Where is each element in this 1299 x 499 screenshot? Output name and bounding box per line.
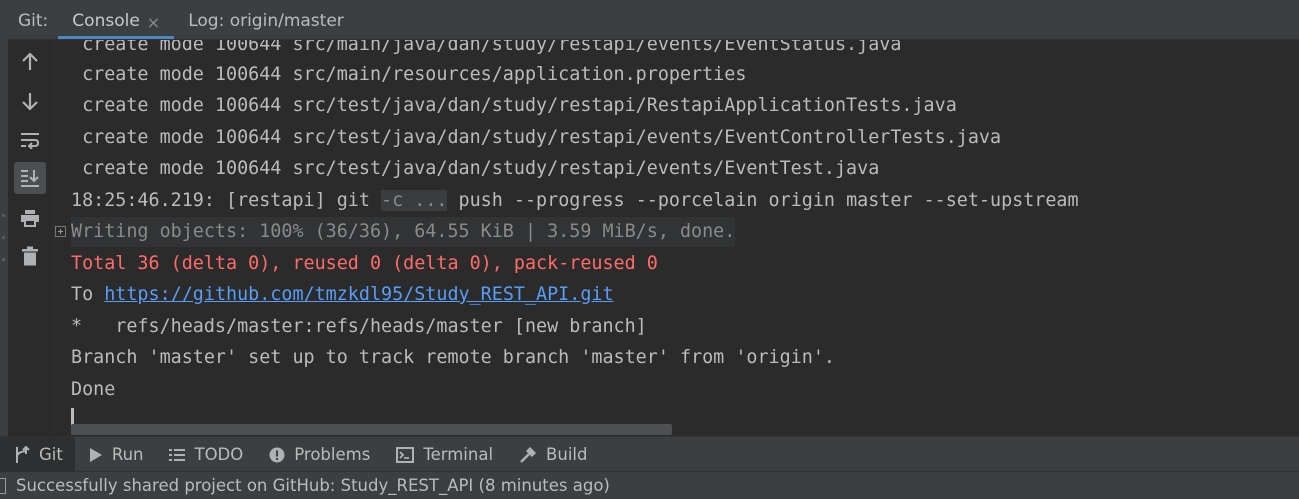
problems-icon	[269, 447, 285, 462]
arrow-up-button[interactable]	[14, 46, 46, 78]
tool-window-problems[interactable]: Problems	[255, 437, 382, 472]
tool-window-terminal[interactable]: Terminal	[382, 437, 505, 472]
tab-label: Console	[72, 11, 140, 31]
tool-window-label: TODO	[194, 445, 244, 464]
stderr-line: Total 36 (delta 0), reused 0 (delta 0), …	[71, 253, 658, 274]
tool-window-label: Run	[111, 445, 144, 464]
arrow-down-icon	[22, 93, 38, 111]
edge-marker	[2, 214, 5, 217]
tool-window-label: Git	[39, 445, 63, 464]
close-icon[interactable]: ×	[147, 15, 160, 31]
scroll-to-end-button[interactable]	[14, 162, 46, 194]
tool-window-label: Problems	[294, 445, 371, 464]
console-line: create mode 100644 src/main/java/dan/stu…	[71, 40, 902, 55]
done-line: Done	[71, 379, 116, 400]
soft-wrap-button[interactable]	[14, 124, 46, 156]
soft-wrap-icon	[21, 133, 40, 149]
print-icon	[21, 210, 39, 227]
console-line: create mode 100644 src/test/java/dan/stu…	[71, 158, 880, 179]
tool-window-label: Build	[546, 445, 588, 464]
tool-window-build[interactable]: Build	[505, 437, 599, 472]
remote-line: To https://github.com/tmzkdl95/Study_RES…	[71, 280, 614, 310]
collapsed-args-toggle[interactable]: -c ...	[381, 190, 448, 211]
tool-window-header: Git: Console × Log: origin/master	[8, 0, 1299, 40]
horizontal-scrollbar[interactable]	[71, 424, 672, 435]
remote-prefix: To	[71, 284, 105, 305]
toggle-tool-windows-icon[interactable]	[0, 477, 6, 494]
ref-line: * refs/heads/master:refs/heads/master [n…	[71, 316, 647, 337]
progress-line: Writing objects: 100% (36/36), 64.55 KiB…	[71, 217, 736, 247]
expand-icon[interactable]	[55, 226, 66, 237]
run-icon	[89, 447, 102, 462]
arrow-down-button[interactable]	[14, 85, 46, 117]
clear-all-button[interactable]	[14, 240, 46, 272]
trash-icon	[22, 246, 38, 266]
arrow-up-icon	[22, 52, 38, 70]
command-suffix: push --progress --porcelain origin maste…	[447, 190, 1079, 211]
branch-tracking-line: Branch 'master' set up to track remote b…	[71, 347, 835, 368]
scroll-to-end-icon	[21, 170, 39, 187]
tool-window-bar: Git Run TODO Problems Terminal Build	[0, 436, 1299, 472]
tool-window-label: Terminal	[423, 445, 494, 464]
todo-list-icon	[169, 448, 186, 461]
console-output[interactable]: create mode 100644 src/main/java/dan/stu…	[55, 40, 1299, 436]
tab-log-origin-master[interactable]: Log: origin/master	[174, 8, 358, 39]
status-bar: Successfully shared project on GitHub: S…	[0, 471, 1299, 499]
console-line: create mode 100644 src/test/java/dan/stu…	[71, 127, 1002, 148]
console-side-toolbar	[8, 40, 55, 436]
edge-marker	[2, 258, 5, 261]
tab-console[interactable]: Console ×	[58, 8, 175, 39]
console-line: create mode 100644 src/test/java/dan/stu…	[71, 95, 957, 116]
tool-window-title: Git:	[18, 11, 49, 31]
remote-url-link[interactable]: https://github.com/tmzkdl95/Study_REST_A…	[104, 284, 613, 305]
terminal-icon	[396, 446, 415, 463]
tab-label: Log: origin/master	[188, 11, 344, 31]
command-prefix: 18:25:46.219: [restapi] git	[71, 190, 382, 211]
build-hammer-icon	[520, 446, 537, 463]
tool-window-todo[interactable]: TODO	[155, 437, 255, 472]
console-line: create mode 100644 src/main/resources/ap…	[71, 64, 747, 85]
git-branch-icon	[16, 445, 30, 463]
tool-window-git[interactable]: Git	[0, 437, 75, 472]
tool-window-run[interactable]: Run	[75, 437, 156, 472]
status-message[interactable]: Successfully shared project on GitHub: S…	[16, 476, 610, 495]
edge-marker	[2, 236, 5, 239]
print-button[interactable]	[14, 202, 46, 234]
git-command-line: 18:25:46.219: [restapi] git -c ... push …	[71, 186, 1079, 216]
